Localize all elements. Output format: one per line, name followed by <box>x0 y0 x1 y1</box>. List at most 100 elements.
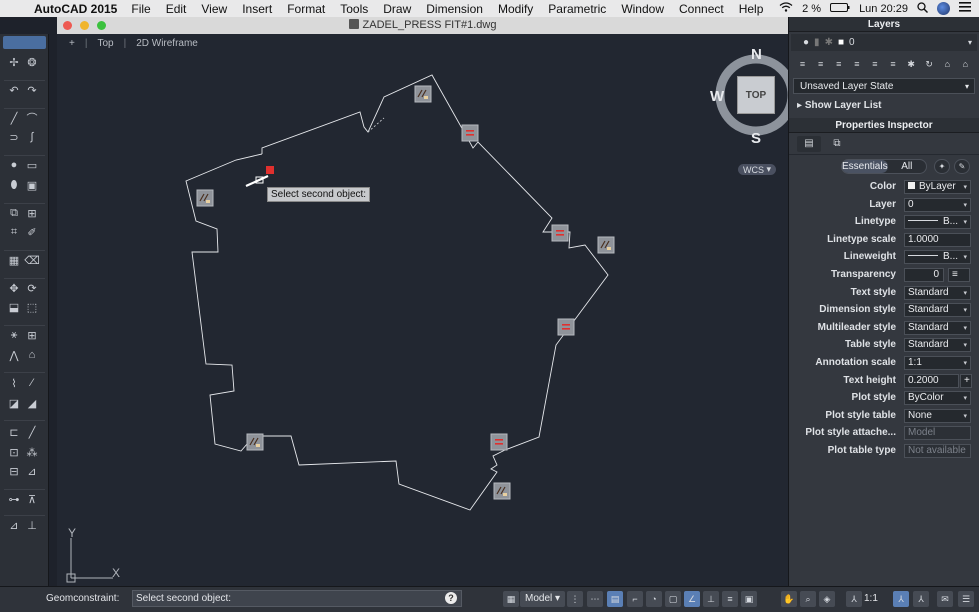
property-value-color[interactable]: ByLayer ▾ <box>904 180 971 194</box>
transparency-options-icon[interactable]: ≡ <box>948 267 970 282</box>
essentials-segment[interactable]: Essentials <box>842 160 888 173</box>
notifications-icon[interactable]: ✉ <box>937 591 953 607</box>
object-snap-icon[interactable]: ▢ <box>665 591 681 607</box>
layer-isolate-icon[interactable]: ≡ <box>831 57 846 71</box>
annotation-visibility-icon[interactable]: ⅄ <box>893 591 909 607</box>
property-value-plot-style-table[interactable]: None ▾ <box>904 408 971 423</box>
property-value-dimension-style[interactable]: Standard ▾ <box>904 303 971 318</box>
quick-select-icon[interactable]: ✦ <box>934 159 950 174</box>
undo-icon[interactable]: ↶ <box>6 82 22 98</box>
property-value-text-style[interactable]: Standard ▾ <box>904 285 971 300</box>
mirror-icon[interactable]: ⋀ <box>6 347 22 363</box>
drawing-canvas[interactable]: + | Top | 2D Wireframe TOP N S W WCS ▾ Y… <box>57 34 788 586</box>
compass-north[interactable]: N <box>751 46 762 63</box>
table-icon[interactable]: ▦ <box>6 252 22 268</box>
parallel-constraint-icon[interactable] <box>196 189 214 207</box>
property-value-linetype-scale[interactable]: 1.0000 <box>904 232 971 247</box>
menu-connect[interactable]: Connect <box>679 2 724 16</box>
menu-tools[interactable]: Tools <box>340 2 368 16</box>
equal-constraint-icon[interactable] <box>461 124 479 142</box>
paint-icon[interactable]: ⌗ <box>6 224 22 240</box>
offset-icon[interactable]: ⌂ <box>24 347 40 363</box>
match-icon[interactable]: ❂ <box>24 54 40 70</box>
layer-off-icon[interactable]: ↻ <box>922 57 937 71</box>
property-value-table-style[interactable]: Standard ▾ <box>904 338 971 353</box>
compass-west[interactable]: W <box>710 88 724 105</box>
distance-icon[interactable]: ⊶ <box>6 491 22 507</box>
menu-help[interactable]: Help <box>739 2 764 16</box>
property-value-text-height[interactable]: 0.2000 <box>904 373 959 388</box>
pan-icon[interactable]: ✋ <box>781 591 797 607</box>
copy-icon[interactable]: ⧉ <box>6 205 22 221</box>
measure-icon[interactable]: ⊟ <box>6 463 22 479</box>
text-height-add-icon[interactable]: + <box>960 373 972 388</box>
wifi-icon[interactable] <box>779 2 793 15</box>
menu-insert[interactable]: Insert <box>242 2 272 16</box>
menu-file[interactable]: File <box>131 2 150 16</box>
rotate-icon[interactable]: ⟳ <box>24 280 40 296</box>
multileader-icon[interactable]: ╱ <box>24 424 40 440</box>
select-objects-icon[interactable]: ✎ <box>954 159 970 174</box>
clean-screen-icon[interactable]: ☰ <box>958 591 974 607</box>
palette-selector-button[interactable] <box>3 36 46 49</box>
parallel-constraint-icon[interactable] <box>246 433 264 451</box>
viewcube[interactable]: TOP N S W <box>709 46 788 148</box>
menu-window[interactable]: Window <box>621 2 664 16</box>
layer-on-icon[interactable]: ● <box>803 37 809 48</box>
property-value-transparency[interactable]: 0 <box>904 267 944 282</box>
model-tab[interactable]: Model ▾ <box>520 591 566 607</box>
polar-icon[interactable]: ◔ <box>646 591 662 607</box>
layer-freeze-icon[interactable]: ✱ <box>825 37 833 48</box>
viewcube-top-face[interactable]: TOP <box>737 76 775 114</box>
mirror-array-icon[interactable]: ⊞ <box>24 327 40 343</box>
help-icon[interactable]: ? <box>445 592 457 604</box>
stretch-icon[interactable]: ⬓ <box>6 299 22 315</box>
region-icon[interactable]: ▣ <box>24 177 40 193</box>
transparency-icon[interactable]: ▣ <box>741 591 757 607</box>
quick-properties-tab-icon[interactable]: ⧉ <box>825 136 849 152</box>
parallel-constraint-icon[interactable] <box>493 482 511 500</box>
clock[interactable]: Lun 20:29 <box>859 3 908 15</box>
menu-parametric[interactable]: Parametric <box>548 2 606 16</box>
layer-color-swatch[interactable]: ■ <box>838 37 844 48</box>
align-icon[interactable]: ⊡ <box>6 444 22 460</box>
all-segment[interactable]: All <box>888 160 926 173</box>
annotation-scale-icon[interactable]: ⅄ <box>846 591 862 607</box>
notification-center-icon[interactable] <box>959 2 971 15</box>
equal-constraint-icon[interactable] <box>551 224 569 242</box>
spline-icon[interactable]: ∫ <box>24 129 40 145</box>
menu-format[interactable]: Format <box>287 2 325 16</box>
trim-icon[interactable]: ⌇ <box>6 375 22 391</box>
new-layer-icon[interactable]: ≡ <box>795 57 810 71</box>
ellipse-icon[interactable]: ⬮ <box>6 177 22 193</box>
layer-lock-icon[interactable]: ▮ <box>814 37 820 48</box>
property-value-plot-style[interactable]: ByColor ▾ <box>904 391 971 406</box>
rectangle-icon[interactable]: ▭ <box>24 157 40 173</box>
chamfer-icon[interactable]: ◪ <box>6 395 22 411</box>
properties-tab-icon[interactable]: ▤ <box>797 135 821 152</box>
layer-delete-icon[interactable]: ≡ <box>813 57 828 71</box>
polyline-icon[interactable]: ⊃ <box>6 129 22 145</box>
property-value-layer[interactable]: 0 ▾ <box>904 197 971 212</box>
array-icon[interactable]: ⚹ <box>6 327 22 343</box>
extend-icon[interactable]: ⁄ <box>24 375 40 391</box>
menu-dimension[interactable]: Dimension <box>426 2 483 16</box>
menu-modify[interactable]: Modify <box>498 2 533 16</box>
grid-icon[interactable]: ▤ <box>607 591 623 607</box>
ucs-origin-icon[interactable]: ⊿ <box>6 517 22 533</box>
zoom-icon[interactable]: ⌕ <box>800 591 816 607</box>
layer-previous-icon[interactable]: ≡ <box>885 57 900 71</box>
move-icon[interactable]: ✥ <box>6 280 22 296</box>
siri-icon[interactable] <box>937 2 950 15</box>
auto-scale-icon[interactable]: ⅄ <box>913 591 929 607</box>
property-value-lineweight[interactable]: B... ▾ <box>904 250 971 265</box>
dimension-icon[interactable]: ⊏ <box>6 424 22 440</box>
layer-unisolate-icon[interactable]: ≡ <box>849 57 864 71</box>
layer-match-icon[interactable]: ≡ <box>867 57 882 71</box>
equal-constraint-icon[interactable] <box>490 433 508 451</box>
arc-icon[interactable]: ⌒ <box>24 110 40 126</box>
property-value-linetype[interactable]: B... ▾ <box>904 215 971 230</box>
grid-display-icon[interactable]: ⋯ <box>587 591 603 607</box>
layer-state-dropdown[interactable]: Unsaved Layer State ▾ <box>793 78 975 94</box>
object-tracking-icon[interactable]: ∠ <box>684 591 700 607</box>
